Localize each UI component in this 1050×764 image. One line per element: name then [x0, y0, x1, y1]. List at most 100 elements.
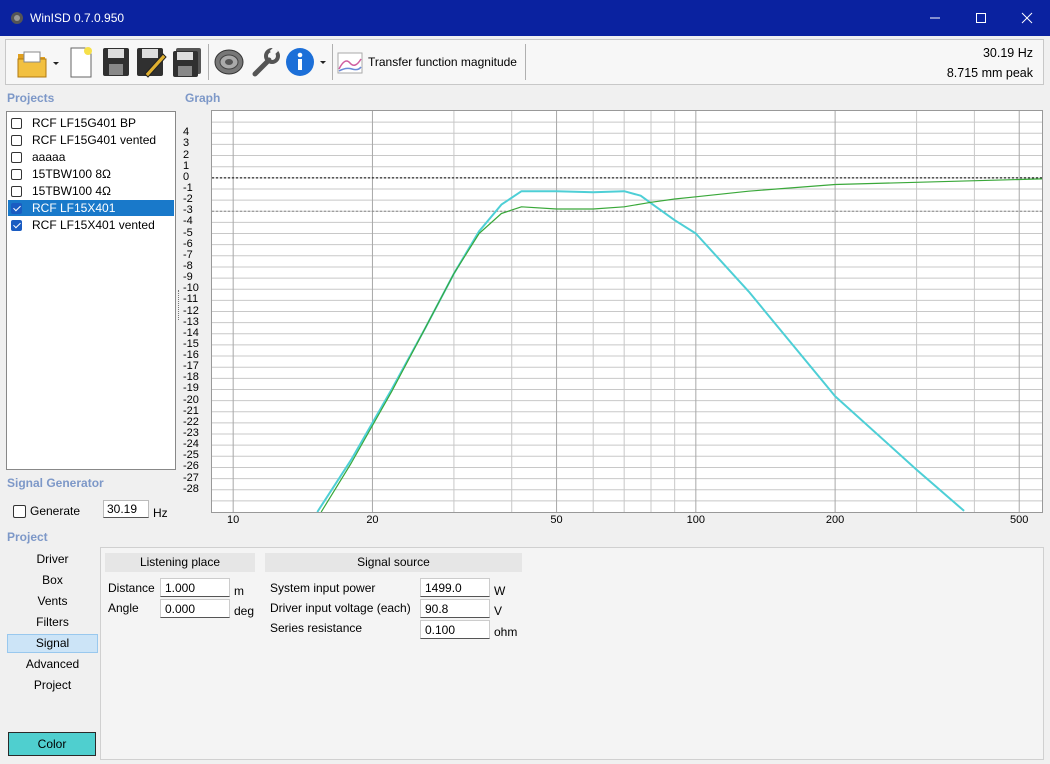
listening-place-header: Listening place [105, 553, 255, 572]
y-tick-label: 2 [183, 148, 190, 161]
project-name: 15TBW100 4Ω [32, 184, 112, 198]
open-project-button[interactable] [14, 43, 62, 81]
project-name: RCF LF15X401 vented [32, 218, 155, 232]
series-line [320, 178, 1043, 513]
x-tick-label: 20 [366, 514, 379, 526]
graph-type-button[interactable]: Transfer function magnitude [336, 43, 526, 81]
minimize-button[interactable] [912, 0, 958, 36]
color-button[interactable]: Color [8, 732, 96, 756]
toolbar-separator [332, 44, 333, 80]
series-resistance-input[interactable]: 0.100 [420, 620, 490, 639]
status-frequency: 30.19 Hz [982, 46, 1033, 60]
driver-editor-button[interactable] [212, 43, 246, 81]
graph-icon [337, 52, 363, 74]
series-resistance-label: Series resistance [270, 621, 363, 635]
y-tick-label: -6 [183, 237, 193, 250]
project-item[interactable]: RCF LF15X401 [8, 200, 174, 216]
info-button[interactable] [284, 43, 328, 81]
series-line [316, 190, 965, 513]
generate-checkbox-box[interactable] [13, 504, 26, 518]
generator-frequency-input[interactable]: 30.19 [103, 500, 149, 518]
close-button[interactable] [1004, 0, 1050, 36]
folder-open-icon [17, 51, 59, 78]
status-excursion: 8.715 mm peak [946, 66, 1033, 80]
transfer-function-chart [212, 111, 1043, 513]
title-bar: WinISD 0.7.0.950 [0, 0, 1050, 36]
toolbar-separator [208, 44, 209, 80]
project-checkbox[interactable] [11, 185, 22, 197]
system-input-power-label: System input power [270, 581, 376, 595]
options-button[interactable] [248, 43, 282, 81]
save-button[interactable] [100, 43, 132, 81]
nav-item-filters[interactable]: Filters [7, 613, 98, 632]
graph-type-label: Transfer function magnitude [368, 55, 517, 69]
new-project-button[interactable] [66, 43, 96, 81]
splitter-handle[interactable] [178, 290, 182, 320]
save-icon [103, 48, 129, 76]
x-tick-label: 50 [550, 514, 563, 526]
project-name: RCF LF15G401 BP [32, 116, 137, 130]
generate-label: Generate [30, 504, 81, 518]
new-document-icon [70, 47, 92, 78]
distance-label: Distance [108, 581, 155, 595]
project-name: 15TBW100 8Ω [32, 167, 112, 181]
angle-input[interactable]: 0.000 [160, 599, 230, 618]
project-checkbox[interactable] [11, 219, 22, 231]
project-name: RCF LF15X401 [32, 201, 116, 215]
project-checkbox[interactable] [11, 202, 22, 214]
signal-panel: Listening place Distance 1.000 m Angle 0… [100, 547, 1044, 760]
nav-item-advanced[interactable]: Advanced [7, 655, 98, 674]
speaker-icon [214, 49, 244, 75]
x-tick-label: 500 [1010, 514, 1029, 526]
project-name: aaaaa [32, 150, 66, 164]
driver-input-voltage-label: Driver input voltage (each) [270, 601, 411, 615]
y-tick-label: -20 [183, 393, 199, 406]
project-checkbox[interactable] [11, 168, 22, 180]
generator-frequency-unit: Hz [153, 506, 168, 520]
angle-unit: deg [234, 604, 255, 618]
save-all-button[interactable] [170, 43, 204, 81]
nav-item-project[interactable]: Project [7, 676, 98, 695]
project-item[interactable]: 15TBW100 4Ω [8, 183, 174, 199]
graph-area[interactable] [211, 110, 1043, 513]
y-tick-label: 3 [183, 137, 190, 150]
graph-section-label: Graph [185, 91, 221, 105]
y-tick-label: -4 [183, 215, 193, 228]
y-tick-label: -13 [183, 315, 199, 328]
maximize-button[interactable] [958, 0, 1004, 36]
toolbar: Transfer function magnitude 30.19 Hz 8.7… [5, 39, 1044, 85]
signal-generator-section-label: Signal Generator [7, 476, 104, 490]
save-as-button[interactable] [134, 43, 168, 81]
driver-input-voltage-input[interactable]: 90.8 [420, 599, 490, 618]
info-icon [286, 48, 326, 76]
nav-item-vents[interactable]: Vents [7, 592, 98, 611]
y-tick-label: -28 [183, 482, 199, 495]
y-tick-label: -11 [183, 293, 199, 306]
y-tick-label: -26 [183, 460, 199, 473]
nav-item-driver[interactable]: Driver [7, 550, 98, 569]
app-icon [11, 12, 23, 24]
nav-item-signal[interactable]: Signal [7, 634, 98, 653]
y-tick-label: -5 [183, 226, 193, 239]
driver-input-voltage-unit: V [494, 604, 503, 618]
project-item[interactable]: aaaaa [8, 149, 174, 165]
signal-source-header: Signal source [265, 553, 522, 572]
project-item[interactable]: RCF LF15G401 BP [8, 115, 174, 131]
project-item[interactable]: RCF LF15X401 vented [8, 217, 174, 233]
project-checkbox[interactable] [11, 151, 22, 163]
generate-checkbox[interactable]: Generate [13, 504, 80, 518]
system-input-power-input[interactable]: 1499.0 [420, 578, 490, 597]
system-input-power-unit: W [494, 584, 506, 598]
nav-item-box[interactable]: Box [7, 571, 98, 590]
angle-label: Angle [108, 601, 139, 615]
project-checkbox[interactable] [11, 117, 22, 129]
y-tick-label: -19 [183, 382, 199, 395]
projects-list: RCF LF15G401 BP RCF LF15G401 vented aaaaa 1… [6, 111, 176, 470]
project-item[interactable]: RCF LF15G401 vented [8, 132, 174, 148]
project-checkbox[interactable] [11, 134, 22, 146]
toolbar-separator [525, 44, 526, 80]
project-item[interactable]: 15TBW100 8Ω [8, 166, 174, 182]
y-tick-label: -12 [183, 304, 199, 317]
distance-input[interactable]: 1.000 [160, 578, 230, 597]
wrench-icon [252, 46, 280, 77]
